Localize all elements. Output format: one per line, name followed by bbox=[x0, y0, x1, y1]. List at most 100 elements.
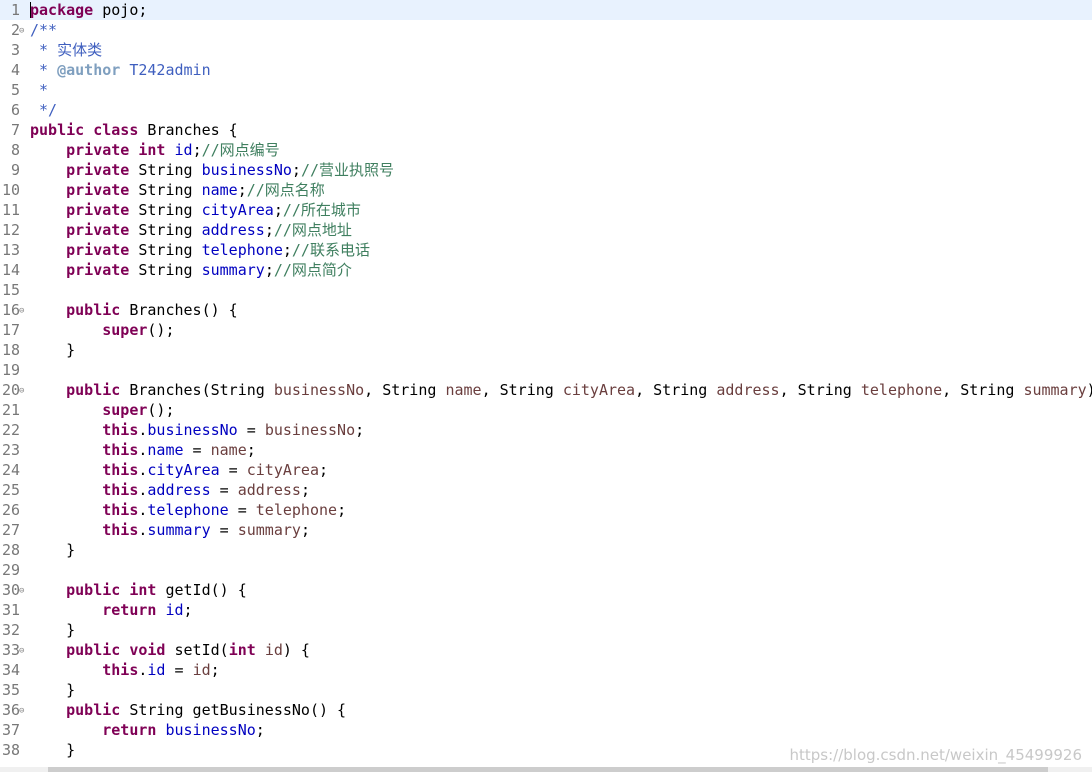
code-text: package pojo; bbox=[30, 1, 148, 19]
code-line[interactable]: 33 ⊖ public void setId(int id) { bbox=[0, 640, 1092, 660]
code-line[interactable]: 4 * @author T242admin bbox=[0, 60, 1092, 80]
collapse-fold-icon[interactable]: ⊖ bbox=[19, 21, 24, 41]
code-text: } bbox=[30, 541, 76, 559]
code-line[interactable]: 36 ⊖ public String getBusinessNo() { bbox=[0, 700, 1092, 720]
code-line[interactable]: 18 } bbox=[0, 340, 1092, 360]
line-number: 29 bbox=[1, 561, 20, 579]
code-text: this.address = address; bbox=[102, 481, 310, 499]
code-text: private String cityArea;//所在城市 bbox=[66, 201, 361, 219]
code-line[interactable]: 32 } bbox=[0, 620, 1092, 640]
code-line[interactable]: 22 this.businessNo = businessNo; bbox=[0, 420, 1092, 440]
code-line[interactable]: 21 super(); bbox=[0, 400, 1092, 420]
code-line[interactable]: 31 return id; bbox=[0, 600, 1092, 620]
code-text: * bbox=[30, 81, 49, 99]
collapse-fold-icon[interactable]: ⊖ bbox=[19, 301, 24, 321]
line-number: 10 bbox=[1, 181, 20, 199]
code-text: * 实体类 bbox=[30, 41, 103, 59]
code-line[interactable]: 3 * 实体类 bbox=[0, 40, 1092, 60]
code-line[interactable]: 37 return businessNo; bbox=[0, 720, 1092, 740]
line-number: 19 bbox=[1, 361, 20, 379]
code-text: super(); bbox=[102, 321, 175, 339]
code-line[interactable]: 2 ⊖ /** bbox=[0, 20, 1092, 40]
code-line[interactable]: 16 ⊖ public Branches() { bbox=[0, 300, 1092, 320]
code-line[interactable]: 11 private String cityArea;//所在城市 bbox=[0, 200, 1092, 220]
code-text: public String getBusinessNo() { bbox=[66, 701, 347, 719]
code-line[interactable]: 9 private String businessNo;//营业执照号 bbox=[0, 160, 1092, 180]
code-line[interactable]: 17 super(); bbox=[0, 320, 1092, 340]
line-number: 20 bbox=[1, 381, 20, 399]
code-text: } bbox=[30, 341, 76, 359]
code-line[interactable]: 34 this.id = id; bbox=[0, 660, 1092, 680]
line-number: 30 bbox=[1, 581, 20, 599]
line-number: 22 bbox=[1, 421, 20, 439]
horizontal-scrollbar[interactable] bbox=[0, 767, 1092, 772]
code-text: private String telephone;//联系电话 bbox=[66, 241, 370, 259]
line-number: 7 bbox=[10, 121, 20, 139]
code-line[interactable]: 14 private String summary;//网点简介 bbox=[0, 260, 1092, 280]
code-text: this.telephone = telephone; bbox=[102, 501, 347, 519]
code-line[interactable]: 10 private String name;//网点名称 bbox=[0, 180, 1092, 200]
line-number: 1 bbox=[10, 1, 20, 19]
code-text: this.id = id; bbox=[102, 661, 220, 679]
code-text: private int id;//网点编号 bbox=[66, 141, 280, 159]
code-line[interactable]: 28 } bbox=[0, 540, 1092, 560]
code-line[interactable]: 6 */ bbox=[0, 100, 1092, 120]
line-number: 13 bbox=[1, 241, 20, 259]
line-number: 34 bbox=[1, 661, 20, 679]
code-line[interactable]: 30 ⊖ public int getId() { bbox=[0, 580, 1092, 600]
code-line[interactable]: 19 bbox=[0, 360, 1092, 380]
code-line[interactable]: 35 } bbox=[0, 680, 1092, 700]
code-text: } bbox=[30, 621, 76, 639]
code-text: } bbox=[30, 681, 76, 699]
code-line[interactable]: 29 bbox=[0, 560, 1092, 580]
line-number: 15 bbox=[1, 281, 20, 299]
code-line[interactable]: 20 ⊖ public Branches(String businessNo, S… bbox=[0, 380, 1092, 400]
code-line[interactable]: 8 private int id;//网点编号 bbox=[0, 140, 1092, 160]
code-editor[interactable]: 1 package pojo; 2 ⊖/** 3 * 实体类 4 * @author T2… bbox=[0, 0, 1092, 772]
code-line[interactable]: 12 private String address;//网点地址 bbox=[0, 220, 1092, 240]
line-number: 32 bbox=[1, 621, 20, 639]
line-number: 38 bbox=[1, 741, 20, 759]
line-number: 24 bbox=[1, 461, 20, 479]
line-number: 17 bbox=[1, 321, 20, 339]
code-text: */ bbox=[30, 101, 58, 119]
code-text: } bbox=[30, 741, 76, 759]
code-lines: 1 package pojo; 2 ⊖/** 3 * 实体类 4 * @author T2… bbox=[0, 0, 1092, 760]
code-text: this.businessNo = businessNo; bbox=[102, 421, 365, 439]
code-text: public class Branches { bbox=[30, 121, 238, 139]
line-number: 33 bbox=[1, 641, 20, 659]
code-line[interactable]: 5 * bbox=[0, 80, 1092, 100]
code-line[interactable]: 26 this.telephone = telephone; bbox=[0, 500, 1092, 520]
collapse-fold-icon[interactable]: ⊖ bbox=[19, 581, 24, 601]
code-line[interactable]: 23 this.name = name; bbox=[0, 440, 1092, 460]
code-line[interactable]: 27 this.summary = summary; bbox=[0, 520, 1092, 540]
code-line[interactable]: 25 this.address = address; bbox=[0, 480, 1092, 500]
code-line[interactable]: 15 bbox=[0, 280, 1092, 300]
text-caret bbox=[30, 2, 31, 18]
code-line[interactable]: 7 public class Branches { bbox=[0, 120, 1092, 140]
watermark: https://blog.csdn.net/weixin_45499926 bbox=[789, 746, 1082, 764]
line-number: 12 bbox=[1, 221, 20, 239]
collapse-fold-icon[interactable]: ⊖ bbox=[19, 381, 24, 401]
line-number: 36 bbox=[1, 701, 20, 719]
code-text: private String businessNo;//营业执照号 bbox=[66, 161, 394, 179]
line-number: 31 bbox=[1, 601, 20, 619]
code-line[interactable]: 13 private String telephone;//联系电话 bbox=[0, 240, 1092, 260]
line-number: 25 bbox=[1, 481, 20, 499]
collapse-fold-icon[interactable]: ⊖ bbox=[19, 641, 24, 661]
line-number: 5 bbox=[10, 81, 20, 99]
line-number: 18 bbox=[1, 341, 20, 359]
code-text: public Branches(String businessNo, Strin… bbox=[66, 381, 1092, 399]
code-text: this.summary = summary; bbox=[102, 521, 310, 539]
collapse-fold-icon[interactable]: ⊖ bbox=[19, 701, 24, 721]
horizontal-scrollbar-thumb[interactable] bbox=[48, 767, 1048, 772]
line-number: 16 bbox=[1, 301, 20, 319]
code-text: public int getId() { bbox=[66, 581, 247, 599]
line-number: 28 bbox=[1, 541, 20, 559]
code-line[interactable]: 24 this.cityArea = cityArea; bbox=[0, 460, 1092, 480]
line-number: 35 bbox=[1, 681, 20, 699]
code-line[interactable]: 1 package pojo; bbox=[0, 0, 1092, 20]
line-number: 37 bbox=[1, 721, 20, 739]
line-number: 23 bbox=[1, 441, 20, 459]
line-number: 27 bbox=[1, 521, 20, 539]
